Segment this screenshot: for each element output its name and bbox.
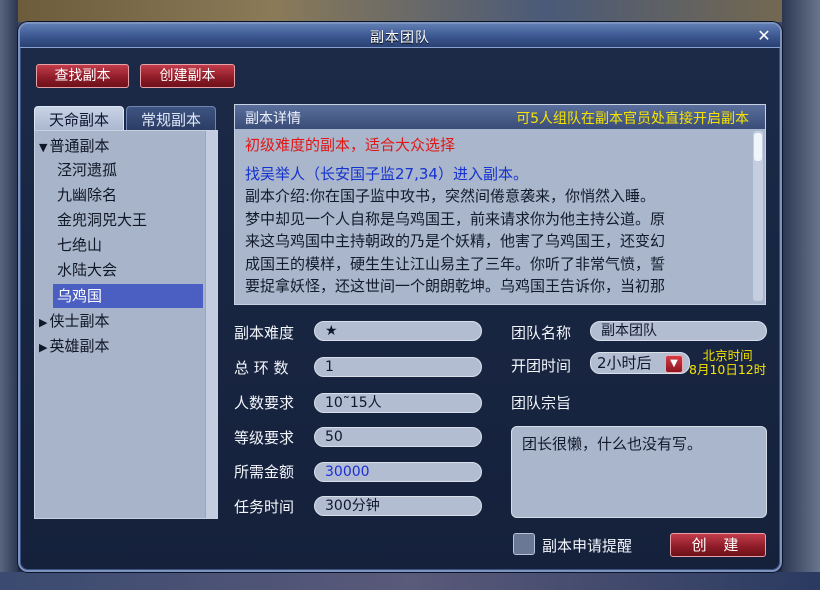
dungeon-tree-list: ▼ 普通副本 泾河遗孤 九幽除名 金兜洞兕大王 七绝山 水陆大会 乌鸡国 ▶ 侠士副… [34, 130, 218, 519]
dungeon-team-window: 副本团队 ✕ 查找副本 创建副本 天命副本 常规副本 ▼ 普通副本 泾河遗孤 九幽… [18, 22, 782, 572]
intro-line: 副本介绍:你在国子监中攻书，突然间倦意袭来，你悄然入睡。 [245, 187, 656, 205]
duration-label: 任务时间 [234, 498, 295, 516]
background-top [0, 0, 820, 22]
players-label: 人数要求 [234, 394, 295, 412]
background-right [782, 0, 820, 590]
reminder-label: 副本申请提醒 [542, 537, 633, 555]
motto-textarea[interactable]: 团长很懒，什么也没有写。 [511, 426, 767, 518]
duration-field: 300分钟 [314, 496, 482, 516]
detail-title: 副本详情 [245, 111, 301, 127]
dungeon-detail-panel: 副本详情 可5人组队在副本官员处直接开启副本 初级难度的副本，适合大众选择 找吴… [234, 104, 766, 305]
tree-item-qijueshan[interactable]: 七绝山 [57, 233, 102, 257]
team-name-input[interactable]: 副本团队 [590, 321, 767, 341]
close-icon[interactable]: ✕ [754, 27, 774, 45]
reminder-checkbox[interactable] [513, 533, 535, 555]
gold-label: 所需金额 [234, 463, 295, 481]
background-left [0, 0, 18, 590]
difficulty-field: ★ [314, 321, 482, 341]
level-field: 50 [314, 427, 482, 447]
tree-item-jindoudong[interactable]: 金兜洞兕大王 [57, 208, 147, 232]
caret-right-icon: ▶ [39, 341, 48, 354]
rounds-label: 总 环 数 [234, 359, 289, 377]
detail-scroll-thumb[interactable] [754, 133, 762, 161]
intro-line: 成国王的模样，硬生生让江山易主了三年。你听了非常气愤，誓 [245, 254, 666, 273]
difficulty-label: 副本难度 [234, 324, 295, 342]
difficulty-description: 初级难度的副本，适合大众选择 [245, 136, 456, 154]
create-button[interactable]: 创 建 [670, 533, 766, 557]
beijing-time: 北京时间 8月10日12时 [689, 348, 767, 377]
team-name-label: 团队名称 [511, 324, 572, 342]
intro-line: 要捉拿妖怪，还这世间一个朗朗乾坤。乌鸡国王告诉你，当初那 [245, 277, 666, 295]
tree-item-shuilu[interactable]: 水陆大会 [57, 258, 117, 282]
tree-scrollbar[interactable] [205, 131, 217, 518]
gold-field: 30000 [314, 462, 482, 482]
detail-header: 副本详情 可5人组队在副本官员处直接开启副本 [235, 105, 765, 129]
tree-item-jinghe[interactable]: 泾河遗孤 [57, 158, 117, 182]
quest-entry-link[interactable]: 找吴举人（长安国子监27,34）进入副本。 [245, 163, 747, 186]
title-bar[interactable]: 副本团队 ✕ [20, 24, 780, 48]
tree-category-hero[interactable]: ▶ 侠士副本 [39, 309, 109, 333]
intro-line: 梦中却见一个人自称是乌鸡国王，前来请求你为他主持公道。原 [245, 209, 666, 228]
caret-right-icon: ▶ [39, 316, 48, 329]
intro-line: 来这乌鸡国中主持朝政的乃是个妖精，他害了乌鸡国王，还变幻 [245, 232, 666, 250]
detail-text: 初级难度的副本，适合大众选择 找吴举人（长安国子监27,34）进入副本。 副本介… [245, 134, 747, 298]
motto-label: 团队宗旨 [511, 394, 572, 412]
caret-down-icon: ▼ [39, 141, 48, 154]
detail-hint: 可5人组队在副本官员处直接开启副本 [516, 111, 749, 127]
tree-category-normal[interactable]: ▼ 普通副本 [39, 134, 109, 158]
start-time-label: 开团时间 [511, 357, 572, 375]
rounds-field: 1 [314, 357, 482, 377]
create-dungeon-button[interactable]: 创建副本 [140, 64, 235, 88]
players-field: 10˜15人 [314, 393, 482, 413]
chevron-down-icon[interactable]: ▼ [665, 355, 683, 373]
tab-destiny-dungeon[interactable]: 天命副本 [34, 106, 124, 132]
level-label: 等级要求 [234, 429, 295, 447]
tree-item-wujiguo[interactable]: 乌鸡国 [53, 284, 203, 308]
tree-item-jiuyou[interactable]: 九幽除名 [57, 183, 117, 207]
background-bottom [0, 572, 820, 590]
window-title: 副本团队 [370, 30, 430, 46]
tree-category-legend[interactable]: ▶ 英雄副本 [39, 334, 109, 358]
find-dungeon-button[interactable]: 查找副本 [36, 64, 129, 88]
tab-regular-dungeon[interactable]: 常规副本 [126, 106, 216, 132]
